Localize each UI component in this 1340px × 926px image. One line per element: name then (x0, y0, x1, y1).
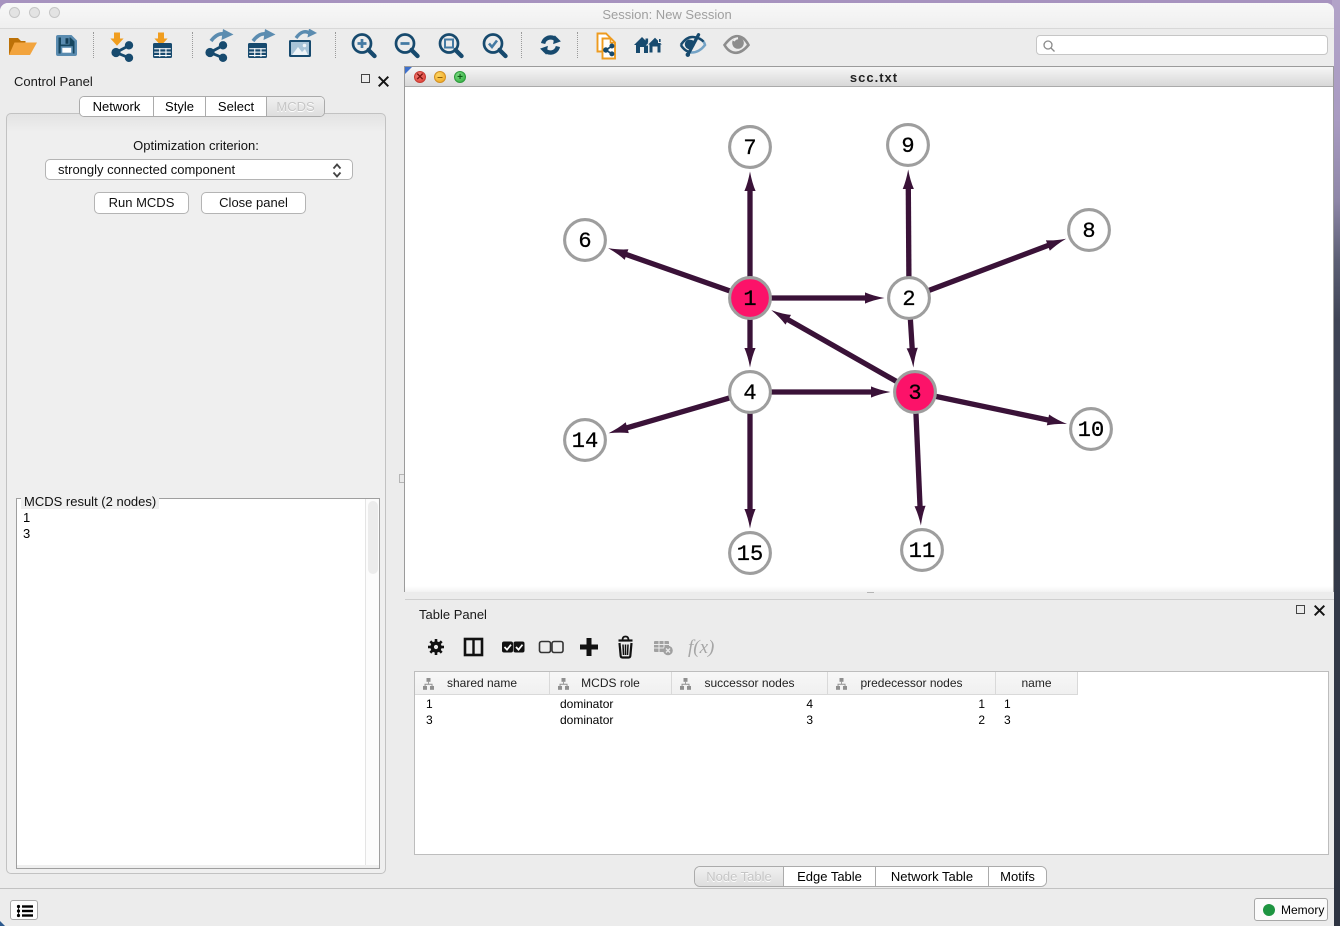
svg-text:11: 11 (909, 539, 935, 564)
svg-text:6: 6 (578, 229, 591, 254)
svg-text:f(x): f(x) (688, 637, 714, 658)
svg-text:15: 15 (737, 542, 763, 567)
svg-text:10: 10 (1078, 418, 1104, 443)
svg-text:8: 8 (1082, 219, 1095, 244)
svg-text:9: 9 (901, 134, 914, 159)
svg-text:7: 7 (743, 136, 756, 161)
svg-text:2: 2 (902, 287, 915, 312)
svg-text:4: 4 (743, 381, 756, 406)
svg-text:1: 1 (743, 287, 756, 312)
svg-text:14: 14 (572, 429, 598, 454)
svg-text:3: 3 (908, 381, 921, 406)
